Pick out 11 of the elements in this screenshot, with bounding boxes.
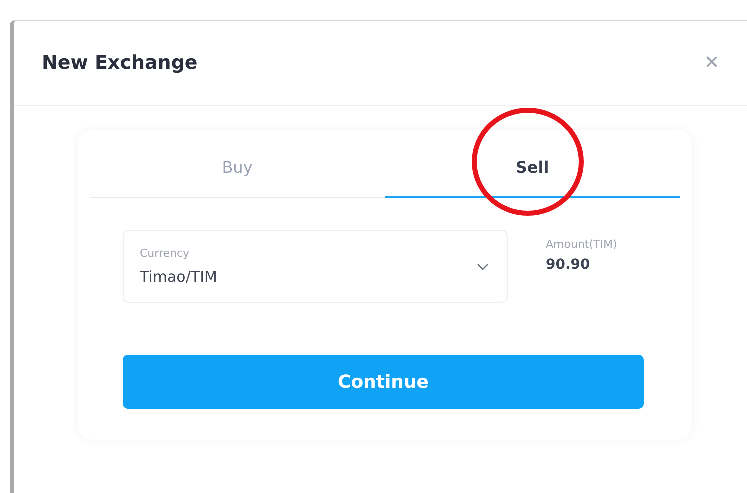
continue-button[interactable]: Continue <box>123 355 644 409</box>
amount-label: Amount(TIM) <box>546 238 618 251</box>
tab[interactable]: Sell <box>385 138 680 198</box>
chevron-down-icon <box>477 262 489 270</box>
close-button[interactable]: × <box>700 49 723 77</box>
currency-select[interactable]: Currency Timao/TIM <box>123 230 508 303</box>
dialog-title: New Exchange <box>42 52 198 74</box>
tab[interactable]: Buy <box>90 138 385 198</box>
field-label: Currency <box>140 247 191 260</box>
amount-value: 90.90 <box>546 257 592 273</box>
field-value: Timao/TIM <box>140 268 218 286</box>
